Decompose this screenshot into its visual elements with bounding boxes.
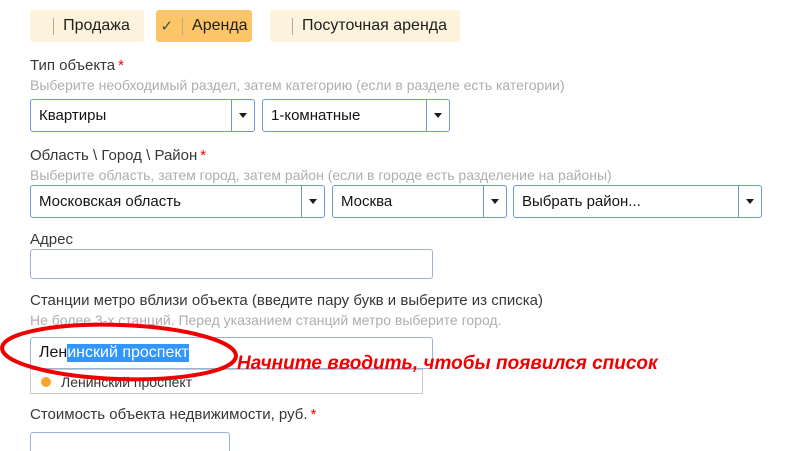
object-type-label: Тип объекта* — [30, 57, 124, 74]
region-select[interactable]: Московская область — [30, 185, 325, 218]
metro-input-typed-text: Лен — [39, 344, 67, 362]
listing-form-page: Продажа ✓ Аренда Посуточная аренда Тип о… — [0, 0, 788, 451]
tab-sale-label: Продажа — [63, 17, 130, 35]
region-value: Московская область — [31, 186, 301, 217]
metro-suggestion-dropdown: Ленинский проспект — [30, 369, 423, 394]
dropdown-arrow-icon[interactable] — [426, 100, 449, 131]
address-label: Адрес — [30, 231, 73, 248]
metro-input[interactable]: Ленинский проспект — [30, 337, 433, 369]
district-select[interactable]: Выбрать район... — [513, 185, 762, 218]
dropdown-arrow-icon[interactable] — [231, 100, 254, 131]
location-row: Московская область Москва Выбрать район.… — [30, 185, 762, 218]
price-label: Стоимость объекта недвижимости, руб.* — [30, 406, 316, 423]
location-label: Область \ Город \ Район* — [30, 147, 206, 164]
object-section-value: Квартиры — [31, 100, 231, 131]
metro-input-selected-text: инский проспект — [67, 344, 189, 362]
dropdown-arrow-icon[interactable] — [483, 186, 506, 217]
required-asterisk: * — [200, 147, 206, 164]
object-type-row: Квартиры 1-комнатные — [30, 99, 450, 132]
metro-suggestion-label: Ленинский проспект — [61, 374, 192, 390]
required-asterisk: * — [118, 57, 124, 74]
city-select[interactable]: Москва — [332, 185, 507, 218]
location-helper: Выберите область, затем город, затем рай… — [30, 167, 612, 183]
tab-divider — [182, 18, 183, 35]
object-section-select[interactable]: Квартиры — [30, 99, 255, 132]
tab-divider — [53, 18, 54, 35]
tab-rent[interactable]: ✓ Аренда — [156, 10, 252, 42]
dropdown-arrow-icon[interactable] — [301, 186, 324, 217]
tab-daily-rent[interactable]: Посуточная аренда — [270, 10, 460, 42]
city-value: Москва — [333, 186, 483, 217]
address-input[interactable] — [30, 249, 433, 279]
metro-suggestion-item[interactable]: Ленинский проспект — [31, 370, 422, 393]
price-input[interactable] — [30, 432, 230, 451]
check-icon: ✓ — [160, 17, 173, 35]
metro-line-dot-icon — [41, 377, 51, 387]
object-category-select[interactable]: 1-комнатные — [262, 99, 450, 132]
metro-helper: Не более 3-х станций. Перед указанием ст… — [30, 312, 502, 328]
metro-label: Станции метро вблизи объекта (введите па… — [30, 292, 543, 309]
object-type-helper: Выберите необходимый раздел, затем катег… — [30, 77, 565, 93]
tab-sale[interactable]: Продажа — [30, 10, 144, 42]
deal-type-tabs: Продажа ✓ Аренда Посуточная аренда — [30, 10, 460, 42]
object-category-value: 1-комнатные — [263, 100, 426, 131]
tab-daily-rent-label: Посуточная аренда — [302, 17, 447, 35]
tab-divider — [292, 18, 293, 35]
required-asterisk: * — [311, 406, 317, 423]
district-value: Выбрать район... — [514, 186, 738, 217]
dropdown-arrow-icon[interactable] — [738, 186, 761, 217]
tab-rent-label: Аренда — [192, 17, 248, 35]
